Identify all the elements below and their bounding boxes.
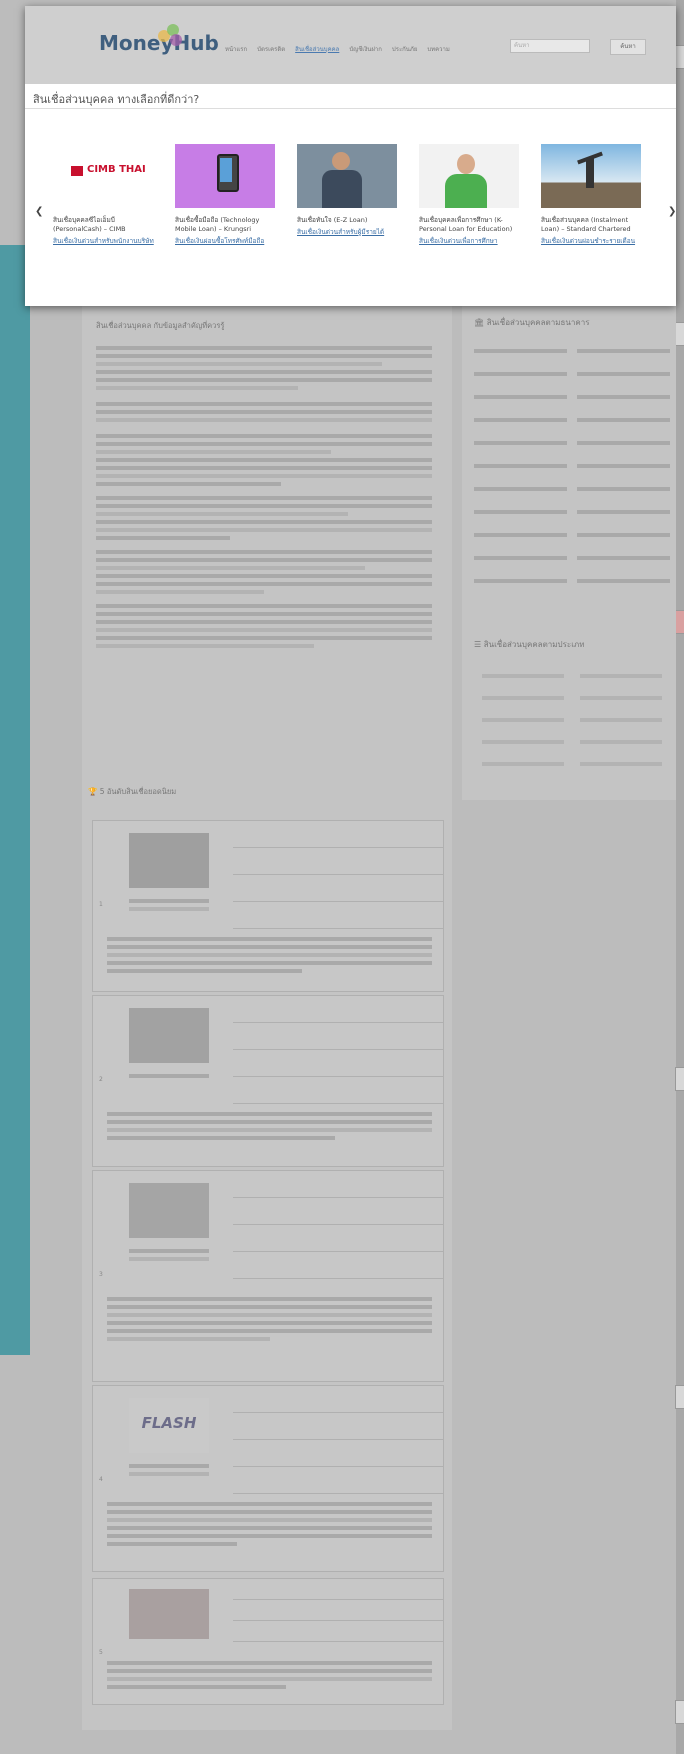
side-tab[interactable]: [675, 322, 684, 346]
product-image: [129, 1589, 209, 1639]
main-nav: หน้าแรก บัตรเครดิต สินเชื่อส่วนบุคคล บัญ…: [225, 44, 450, 54]
chevron-left-icon: ❮: [35, 206, 44, 217]
card-link[interactable]: สินเชื่อเงินด่วนเพื่อการศึกษา: [419, 237, 523, 246]
product-image: FLASH: [129, 1398, 209, 1453]
cimb-logo: CIMB THAI: [53, 144, 153, 208]
side-tab[interactable]: [675, 1700, 684, 1724]
type-list[interactable]: [482, 670, 662, 770]
side-tab[interactable]: [675, 610, 684, 634]
carousel-card[interactable]: สินเชื่อซื้อมือถือ (Technology Mobile Lo…: [175, 144, 279, 246]
nav-articles[interactable]: บทความ: [427, 44, 449, 54]
rank-number: 2: [99, 1076, 103, 1083]
nav-insurance[interactable]: ประกันภัย: [392, 44, 417, 54]
flash-logo-text: FLASH: [141, 1414, 197, 1432]
top5-item[interactable]: 5: [92, 1578, 444, 1705]
nav-home[interactable]: หน้าแรก: [225, 44, 247, 54]
carousel-card[interactable]: สินเชื่อบุคคลเพื่อการศึกษา (K-Personal L…: [419, 144, 523, 246]
card-link[interactable]: สินเชื่อเงินด่วนสำหรับพนักงานบริษัท: [53, 237, 157, 246]
carousel-card[interactable]: สินเชื่อทันใจ (E-Z Loan) สินเชื่อเงินด่ว…: [297, 144, 401, 237]
bank-list[interactable]: [474, 345, 670, 587]
card-link[interactable]: สินเชื่อเงินด่วนผ่อนชำระรายเดือน: [541, 237, 645, 246]
navbar: MoneyHub หน้าแรก บัตรเครดิต สินเชื่อส่วน…: [25, 6, 676, 84]
product-carousel: ❮ ❯ CIMB THAI สินเชื่อบุคคลซีไอเอ็มบี (P…: [25, 136, 676, 296]
chevron-right-icon: ❯: [668, 206, 677, 217]
page-right-edge: [676, 0, 684, 1754]
carousel-card[interactable]: CIMB THAI สินเชื่อบุคคลซีไอเอ็มบี (Perso…: [53, 144, 157, 246]
sidebar-bank-heading: 🏛 สินเชื่อส่วนบุคคลตามธนาคาร: [474, 316, 590, 329]
top5-heading: 🏆 5 อันดับสินเชื่อยอดนิยม: [88, 786, 176, 798]
product-image: [129, 833, 209, 888]
divider: [25, 108, 676, 109]
main-content-panel: สินเชื่อส่วนบุคคล กับข้อมูลสำคัญที่ควรรู…: [82, 300, 452, 1730]
popup-window: MoneyHub หน้าแรก บัตรเครดิต สินเชื่อส่วน…: [25, 6, 676, 306]
top5-heading-text: 5 อันดับสินเชื่อยอดนิยม: [99, 787, 177, 796]
sidebar-bank-heading-text: สินเชื่อส่วนบุคคลตามธนาคาร: [486, 318, 590, 327]
carousel-next-button[interactable]: ❯: [668, 206, 676, 217]
nav-deposit[interactable]: บัญชีเงินฝาก: [349, 44, 382, 54]
top5-item[interactable]: 1: [92, 820, 444, 992]
top5-item[interactable]: 4 FLASH: [92, 1385, 444, 1572]
card-link[interactable]: สินเชื่อเงินผ่อนซื้อโทรศัพท์มือถือ: [175, 237, 279, 246]
mountain-photo: [541, 144, 641, 208]
card-title: สินเชื่อซื้อมือถือ (Technology Mobile Lo…: [175, 216, 260, 233]
rank-number: 5: [99, 1649, 103, 1656]
sidebar-type-heading: ☰ สินเชื่อส่วนบุคคลตามประเภท: [474, 638, 584, 651]
side-tab[interactable]: [675, 45, 684, 69]
card-title: สินเชื่อส่วนบุคคล (Instalment Loan) – St…: [541, 216, 631, 233]
rank-number: 1: [99, 901, 103, 908]
mobile-phone-image: [175, 144, 275, 208]
search-input[interactable]: ค้นหา: [510, 39, 590, 53]
sidebar-panel: 🏛 สินเชื่อส่วนบุคคลตามธนาคาร ☰ สินเชื่อส…: [462, 300, 676, 800]
top5-item[interactable]: 3: [92, 1170, 444, 1382]
side-tab[interactable]: [675, 1385, 684, 1409]
man-photo: [297, 144, 397, 208]
card-link[interactable]: สินเชื่อเงินด่วนสำหรับผู้มีรายได้: [297, 228, 401, 237]
side-tab[interactable]: [675, 1067, 684, 1091]
nav-credit-card[interactable]: บัตรเครดิต: [257, 44, 285, 54]
article-text: [96, 342, 432, 652]
sidebar-type-heading-text: สินเชื่อส่วนบุคคลตามประเภท: [483, 640, 585, 649]
nav-personal-loan[interactable]: สินเชื่อส่วนบุคคล: [295, 44, 339, 54]
product-image: [129, 1008, 209, 1063]
card-title: สินเชื่อทันใจ (E-Z Loan): [297, 216, 368, 224]
carousel-prev-button[interactable]: ❮: [35, 206, 43, 217]
rank-number: 3: [99, 1271, 103, 1278]
search-button[interactable]: ค้นหา: [610, 39, 646, 55]
background-teal-strip: [0, 245, 30, 1355]
bank-icon: 🏛: [474, 318, 485, 327]
carousel-card[interactable]: สินเชื่อส่วนบุคคล (Instalment Loan) – St…: [541, 144, 645, 246]
brand-logo-icon: [158, 24, 184, 50]
woman-photo: [419, 144, 519, 208]
popup-title: สินเชื่อส่วนบุคคล ทางเลือกที่ดีกว่า?: [33, 93, 200, 106]
top5-item[interactable]: 2: [92, 995, 444, 1167]
product-image: [129, 1183, 209, 1238]
list-icon: ☰: [474, 640, 482, 649]
section-heading: สินเชื่อส่วนบุคคล กับข้อมูลสำคัญที่ควรรู…: [96, 321, 225, 330]
cimb-logo-text: CIMB THAI: [87, 164, 146, 175]
card-title: สินเชื่อบุคคลซีไอเอ็มบี (PersonalCash) –…: [53, 216, 126, 233]
card-title: สินเชื่อบุคคลเพื่อการศึกษา (K-Personal L…: [419, 216, 513, 233]
rank-number: 4: [99, 1476, 103, 1483]
trophy-icon: 🏆: [88, 787, 98, 796]
